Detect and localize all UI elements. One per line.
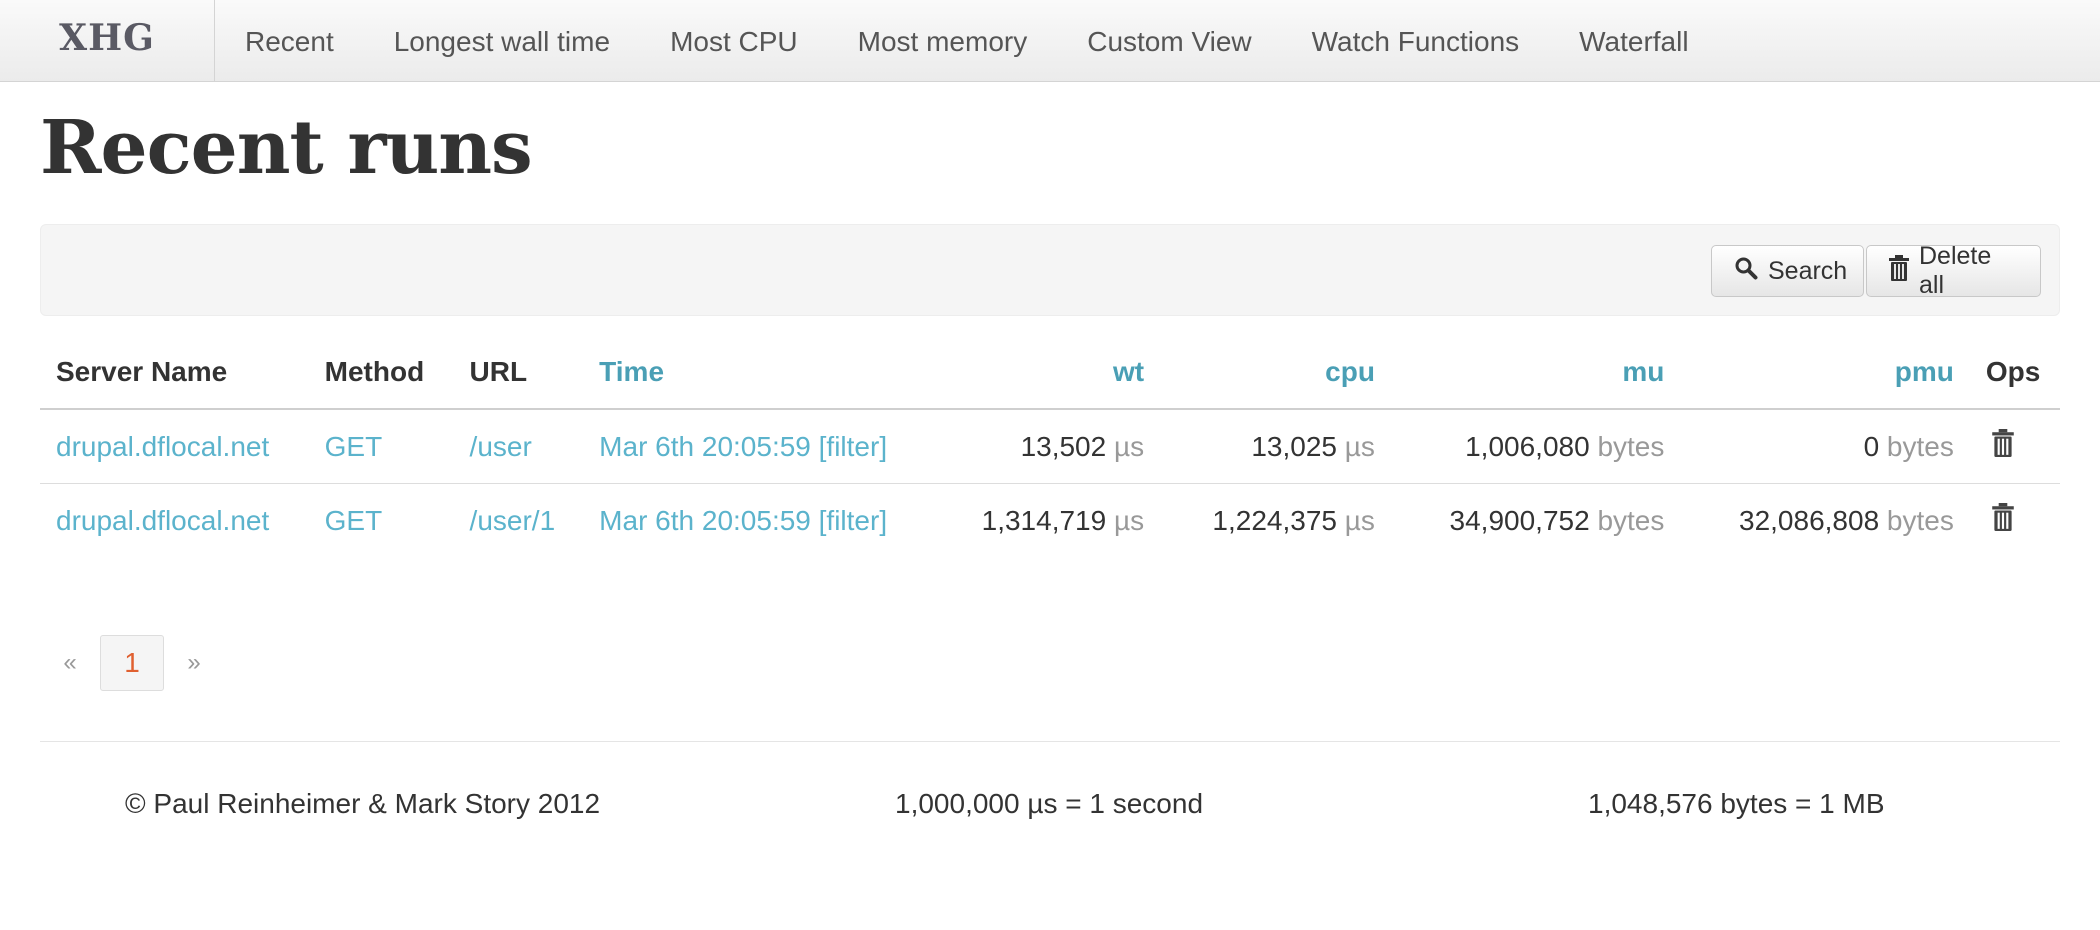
mu-value: 34,900,752 <box>1449 504 1590 536</box>
pmu-value: 32,086,808 <box>1739 504 1880 536</box>
page-title: Recent runs <box>40 105 533 191</box>
mu-value: 1,006,080 <box>1465 430 1590 462</box>
pmu-value: 0 <box>1863 430 1880 462</box>
nav-item-most-cpu[interactable]: Most CPU <box>640 0 828 81</box>
cpu-cell: 13,025 µs <box>1160 409 1391 484</box>
footer-bytes-note: 1,048,576 bytes = 1 MB <box>1588 788 1885 819</box>
search-icon <box>1734 256 1758 287</box>
footer-divider <box>40 741 2060 742</box>
filter-link[interactable]: [filter] <box>819 431 887 462</box>
trash-icon <box>1889 254 1909 288</box>
mu-cell: 34,900,752 bytes <box>1391 484 1680 558</box>
column-header-time[interactable]: Time <box>583 336 938 410</box>
runs-table: Server Name Method URL Time wt cpu mu pm… <box>40 336 2060 557</box>
time-cell: Mar 6th 20:05:59 [filter] <box>583 409 938 484</box>
table-row: drupal.dflocal.net GET /user/1 Mar 6th 2… <box>40 484 2060 558</box>
filter-link[interactable]: [filter] <box>819 505 887 536</box>
method-link[interactable]: GET <box>308 409 454 484</box>
pmu-unit: bytes <box>1886 504 1954 536</box>
column-header-ops: Ops <box>1969 336 2060 410</box>
footer-copyright: © Paul Reinheimer & Mark Story 2012 <box>125 788 601 819</box>
ops-cell <box>1969 409 2060 484</box>
table-row: drupal.dflocal.net GET /user Mar 6th 20:… <box>40 409 2060 484</box>
time-link[interactable]: Mar 6th 20:05:59 <box>599 505 811 536</box>
column-header-cpu[interactable]: cpu <box>1160 336 1391 410</box>
nav-item-waterfall[interactable]: Waterfall <box>1549 0 1718 81</box>
column-header-pmu[interactable]: pmu <box>1680 336 1970 410</box>
delete-all-button[interactable]: Delete all <box>1866 242 2041 299</box>
cpu-unit: µs <box>1344 504 1375 536</box>
trash-icon <box>1992 503 2014 531</box>
pagination-next[interactable]: » <box>164 635 224 691</box>
column-header-method: Method <box>308 336 454 410</box>
navbar: XHG Recent Longest wall time Most CPU Mo… <box>0 0 2100 82</box>
toolbar: Search Delete all <box>40 224 2060 316</box>
server-name-link[interactable]: drupal.dflocal.net <box>40 409 309 484</box>
wt-cell: 13,502 µs <box>937 409 1161 484</box>
search-button-label: Search <box>1768 256 1848 285</box>
mu-cell: 1,006,080 bytes <box>1390 409 1681 484</box>
wt-cell: 1,314,719 µs <box>937 484 1160 558</box>
column-header-server-name: Server Name <box>40 336 309 410</box>
nav-item-longest-wall-time[interactable]: Longest wall time <box>364 0 640 81</box>
search-button[interactable]: Search <box>1711 245 1864 297</box>
trash-icon <box>1992 429 2014 457</box>
nav-menu: Recent Longest wall time Most CPU Most m… <box>215 0 1719 81</box>
delete-run-button[interactable] <box>1986 429 2014 464</box>
cpu-unit: µs <box>1344 430 1375 462</box>
pagination-page-1[interactable]: 1 <box>100 635 164 691</box>
server-name-link[interactable]: drupal.dflocal.net <box>40 484 309 558</box>
brand-logo[interactable]: XHG <box>0 0 215 81</box>
nav-item-custom-view[interactable]: Custom View <box>1057 0 1281 81</box>
column-header-mu[interactable]: mu <box>1390 336 1681 410</box>
nav-item-recent[interactable]: Recent <box>215 0 364 81</box>
mu-unit: bytes <box>1597 504 1665 536</box>
url-link[interactable]: /user/1 <box>454 484 584 558</box>
column-header-wt[interactable]: wt <box>937 336 1161 410</box>
wt-unit: µs <box>1113 504 1145 536</box>
nav-item-most-memory[interactable]: Most memory <box>828 0 1058 81</box>
pmu-cell: 0 bytes <box>1680 409 1970 484</box>
footer-time-note: 1,000,000 µs = 1 second <box>895 788 1204 819</box>
cpu-cell: 1,224,375 µs <box>1160 484 1391 558</box>
time-cell: Mar 6th 20:05:59 [filter] <box>583 484 937 558</box>
column-header-url: URL <box>453 336 584 410</box>
table-header-row: Server Name Method URL Time wt cpu mu pm… <box>40 336 2060 410</box>
method-link[interactable]: GET <box>309 484 454 558</box>
delete-all-button-label: Delete all <box>1919 242 1992 299</box>
time-link[interactable]: Mar 6th 20:05:59 <box>599 431 811 462</box>
wt-unit: µs <box>1113 430 1145 462</box>
nav-item-watch-functions[interactable]: Watch Functions <box>1282 0 1549 81</box>
cpu-value: 13,025 <box>1251 430 1337 462</box>
pagination: « 1 » <box>40 635 224 691</box>
pagination-prev[interactable]: « <box>40 635 100 691</box>
url-link[interactable]: /user <box>453 409 584 484</box>
pmu-cell: 32,086,808 bytes <box>1680 484 1969 558</box>
wt-value: 1,314,719 <box>981 504 1107 536</box>
wt-value: 13,502 <box>1020 430 1107 462</box>
pmu-unit: bytes <box>1886 430 1954 462</box>
ops-cell <box>1970 484 2060 558</box>
mu-unit: bytes <box>1597 430 1665 462</box>
cpu-value: 1,224,375 <box>1212 504 1337 536</box>
delete-run-button[interactable] <box>1986 503 2014 538</box>
